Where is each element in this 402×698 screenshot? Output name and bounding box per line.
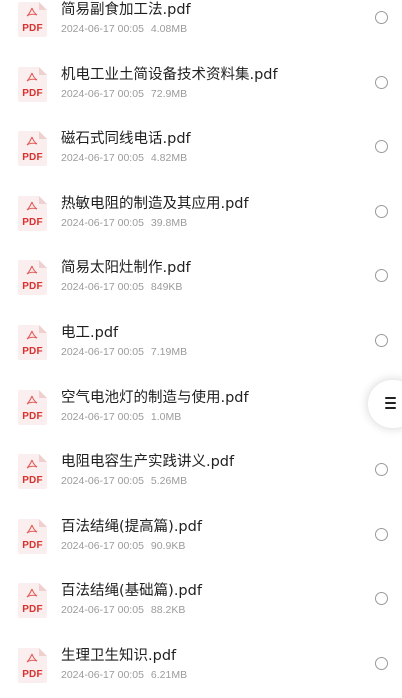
file-date: 2024-06-17 00:05	[61, 216, 144, 229]
file-meta: 2024-06-17 00:05 72.9MB	[61, 88, 187, 100]
pdf-type-label: PDF	[22, 410, 43, 422]
file-date: 2024-06-17 00:05	[61, 604, 144, 617]
file-meta: 2024-06-17 00:05 849KB	[61, 281, 182, 293]
file-meta: 2024-06-17 00:05 88.2KB	[61, 604, 185, 616]
pdf-type-label: PDF	[22, 475, 43, 487]
file-date: 2024-06-17 00:05	[61, 410, 144, 423]
file-row[interactable]: PDF 电阻电容生产实践讲义.pdf 2024-06-17 00:05 5.26M…	[0, 439, 402, 504]
file-date: 2024-06-17 00:05	[61, 475, 144, 488]
file-name: 简易太阳灶制作.pdf	[61, 260, 191, 277]
pdf-file-icon: PDF	[18, 647, 47, 683]
pdf-type-label: PDF	[22, 604, 43, 616]
file-date: 2024-06-17 00:05	[61, 345, 144, 358]
file-size: 72.9MB	[150, 87, 188, 100]
pdf-file-icon: PDF	[18, 389, 47, 425]
file-name: 生理卫生知识.pdf	[61, 647, 177, 664]
file-size: 6.21MB	[150, 668, 188, 681]
file-row[interactable]: PDF 简易副食加工法.pdf 2024-06-17 00:05 4.08MB	[0, 0, 402, 52]
file-name: 空气电池灯的制造与使用.pdf	[61, 389, 249, 406]
select-radio[interactable]	[375, 75, 388, 89]
file-date: 2024-06-17 00:05	[61, 23, 144, 35]
file-row[interactable]: PDF 磁石式同线电话.pdf 2024-06-17 00:05 4.82MB	[0, 116, 402, 181]
file-meta: 2024-06-17 00:05 39.8MB	[61, 217, 187, 229]
file-name: 简易副食加工法.pdf	[61, 2, 191, 18]
file-meta: 2024-06-17 00:05 6.21MB	[61, 669, 187, 681]
pdf-file-icon: PDF	[18, 518, 47, 554]
file-row[interactable]: PDF 简易太阳灶制作.pdf 2024-06-17 00:05 849KB	[0, 245, 402, 310]
file-name: 电阻电容生产实践讲义.pdf	[61, 454, 235, 471]
file-size: 39.8MB	[150, 216, 188, 229]
file-name: 百法结绳(基础篇).pdf	[61, 583, 202, 600]
file-size: 7.19MB	[150, 345, 188, 358]
file-row[interactable]: PDF 百法结绳(基础篇).pdf 2024-06-17 00:05 88.2KB	[0, 568, 402, 633]
select-radio[interactable]	[375, 463, 388, 477]
select-radio[interactable]	[375, 656, 388, 670]
select-radio[interactable]	[375, 592, 388, 606]
pdf-type-label: PDF	[22, 216, 43, 228]
file-row[interactable]: PDF 机电工业土简设备技术资料集.pdf 2024-06-17 00:05 72…	[0, 52, 402, 117]
select-radio[interactable]	[375, 204, 388, 218]
file-meta: 2024-06-17 00:05 4.08MB	[61, 23, 187, 35]
file-name: 磁石式同线电话.pdf	[61, 131, 191, 148]
pdf-file-icon: PDF	[18, 66, 47, 102]
pdf-type-label: PDF	[22, 23, 43, 34]
file-size: 90.9KB	[150, 539, 186, 552]
file-row[interactable]: PDF 热敏电阻的制造及其应用.pdf 2024-06-17 00:05 39.8…	[0, 181, 402, 246]
file-size: 4.08MB	[150, 23, 188, 35]
file-date: 2024-06-17 00:05	[61, 539, 144, 552]
pdf-file-icon: PDF	[18, 131, 47, 167]
pdf-type-label: PDF	[22, 281, 43, 293]
pdf-type-label: PDF	[22, 539, 43, 551]
file-size: 5.26MB	[150, 475, 188, 488]
pdf-file-icon: PDF	[18, 454, 47, 490]
file-row[interactable]: PDF 电工.pdf 2024-06-17 00:05 7.19MB	[0, 310, 402, 375]
file-name: 热敏电阻的制造及其应用.pdf	[61, 195, 249, 212]
file-meta: 2024-06-17 00:05 4.82MB	[61, 152, 187, 164]
file-size: 1.0MB	[150, 410, 182, 423]
select-radio[interactable]	[375, 333, 388, 347]
select-radio[interactable]	[375, 140, 388, 154]
file-name: 百法结绳(提高篇).pdf	[61, 518, 202, 535]
file-size: 4.82MB	[150, 152, 188, 165]
select-radio[interactable]	[375, 269, 388, 283]
pdf-type-label: PDF	[22, 345, 43, 357]
select-radio[interactable]	[375, 527, 388, 541]
pdf-file-icon: PDF	[18, 260, 47, 296]
file-row[interactable]: PDF 空气电池灯的制造与使用.pdf 2024-06-17 00:05 1.0M…	[0, 375, 402, 440]
file-date: 2024-06-17 00:05	[61, 281, 144, 294]
file-size: 849KB	[150, 281, 183, 294]
file-meta: 2024-06-17 00:05 1.0MB	[61, 411, 181, 423]
file-list: PDF 简易副食加工法.pdf 2024-06-17 00:05 4.08MB P…	[0, 0, 402, 698]
pdf-type-label: PDF	[22, 87, 43, 99]
pdf-file-icon: PDF	[18, 324, 47, 360]
pdf-file-icon: PDF	[18, 2, 47, 37]
file-size: 88.2KB	[150, 604, 186, 617]
pdf-type-label: PDF	[22, 668, 43, 680]
file-meta: 2024-06-17 00:05 7.19MB	[61, 346, 187, 358]
file-date: 2024-06-17 00:05	[61, 668, 144, 681]
file-name: 电工.pdf	[61, 324, 119, 341]
file-date: 2024-06-17 00:05	[61, 87, 144, 100]
file-meta: 2024-06-17 00:05 90.9KB	[61, 540, 185, 552]
pdf-file-icon: PDF	[18, 195, 47, 231]
pdf-file-icon: PDF	[18, 583, 47, 619]
file-meta: 2024-06-17 00:05 5.26MB	[61, 475, 187, 487]
select-radio[interactable]	[375, 11, 388, 24]
file-row[interactable]: PDF 百法结绳(提高篇).pdf 2024-06-17 00:05 90.9KB	[0, 504, 402, 569]
file-name: 机电工业土简设备技术资料集.pdf	[61, 66, 278, 83]
menu-icon	[385, 397, 396, 410]
file-date: 2024-06-17 00:05	[61, 152, 144, 165]
pdf-type-label: PDF	[22, 152, 43, 164]
